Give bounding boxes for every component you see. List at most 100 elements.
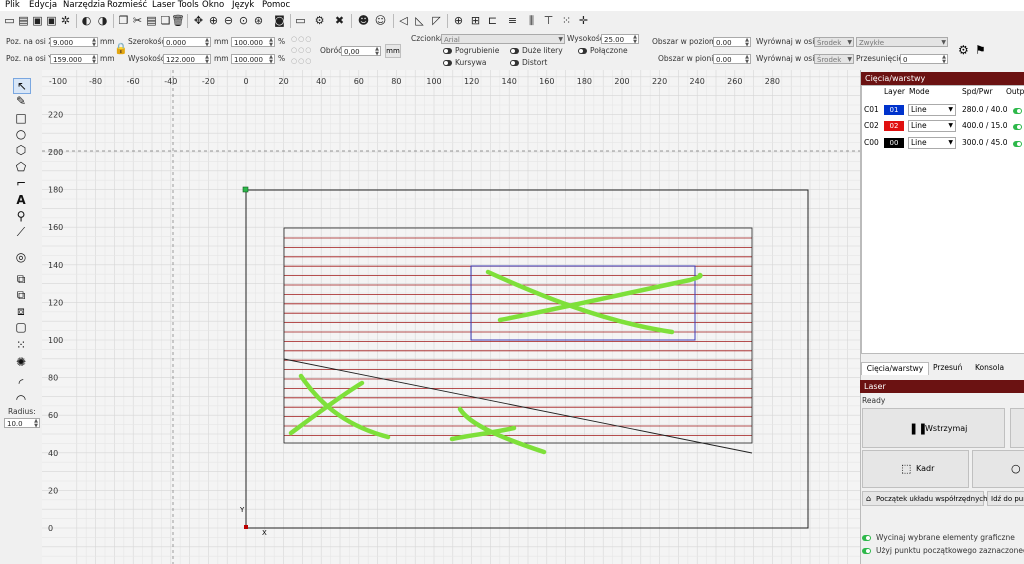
tab-move[interactable]: Przesuń [933,362,962,374]
layer-mode-c02[interactable]: Line ▼ [908,120,956,132]
use-origin-toggle[interactable] [862,548,871,554]
font-select[interactable]: Arial ▼ [441,34,565,44]
delete-trash-icon[interactable]: 🗑 [171,13,185,28]
align-center-icon[interactable]: ⊞ [469,13,482,28]
align-x-select[interactable]: Środek ▼ [814,37,854,47]
distribute-v-icon[interactable]: ⫼ [525,13,538,28]
bold-toggle[interactable] [443,48,452,54]
open-folder-icon[interactable]: ▤ [17,13,30,28]
select-arrow-icon[interactable]: ↖ [13,78,31,94]
pen-draw-icon[interactable]: ✎ [13,94,29,108]
paste-icon[interactable]: ▤ [145,13,158,28]
layer-mode-c01[interactable]: Line ▼ [908,104,956,116]
redo-icon[interactable]: ◑ [96,13,109,28]
laser-machine-icon[interactable]: ⚑ [975,43,986,57]
align-top-icon[interactable]: ⊤ [542,13,555,28]
copy-icon[interactable]: ❐ [117,13,130,28]
array-grid-icon[interactable]: ⁙ [13,338,29,352]
offset-shape-icon[interactable]: ◎ [13,250,29,264]
polygon-rounded-icon[interactable]: ⬠ [13,160,29,174]
ellipse-icon[interactable]: ○ [13,127,29,141]
circle-frame-button[interactable]: ○ [972,450,1024,488]
group-users-icon[interactable]: ☻ [357,13,370,28]
pos-y-input[interactable]: 159.000 ▲ ▼ [50,54,98,65]
align-left-icon[interactable]: ⊏ [486,13,499,28]
offset-input[interactable]: 0 ▲ ▼ [900,54,948,65]
layer-output-toggle-c00[interactable] [1013,141,1022,147]
new-file-icon[interactable]: ▭ [3,13,16,28]
menu-tools[interactable]: Narzędzia [63,0,105,11]
apply-settings-icon[interactable]: ⚙ [958,43,969,57]
height-input[interactable]: 122.000 ▲ ▼ [163,54,211,65]
save-as-icon[interactable]: ▣ [45,13,58,28]
cut-selected-toggle[interactable] [862,535,871,541]
tools-wrench-icon[interactable]: ✖ [333,13,346,28]
monitor-icon[interactable]: ▭ [294,13,307,28]
menu-file[interactable]: Plik [5,0,20,11]
zoom-out-icon[interactable]: ⊖ [222,13,235,28]
crop-frame-icon[interactable]: ⌐ [13,176,29,190]
corner-round-icon[interactable]: ◜ [13,376,29,390]
origin-button[interactable]: ⌂ Początek układu współrzędnych [862,491,988,506]
layer-row-c02-id[interactable]: C02 [864,120,879,132]
layer-color-c00[interactable]: 00 [884,138,904,148]
menu-arrange[interactable]: Rozmieść [107,0,147,11]
layer-mode-c00[interactable]: Line ▼ [908,137,956,149]
settings-gear-icon[interactable]: ✲ [59,13,72,28]
undo-icon[interactable]: ◐ [80,13,93,28]
lock-ratio-icon[interactable]: 🔒 [114,42,128,55]
ungroup-icon[interactable]: ☺ [374,13,387,28]
corner-chamfer-icon[interactable]: ◠ [13,392,29,406]
center-cross-icon[interactable]: ✛ [577,13,590,28]
layer-output-toggle-c01[interactable] [1013,108,1022,114]
radius-input[interactable]: 10.0 ▲ ▼ [4,418,40,429]
pan-move-icon[interactable]: ✥ [192,13,205,28]
menu-window[interactable]: Okno [202,0,224,11]
zoom-in-icon[interactable]: ⊕ [207,13,220,28]
circular-array-icon[interactable]: ✺ [13,355,29,369]
boolean-union-icon[interactable]: ⧉ [13,272,29,286]
origin-handle-top-left[interactable] [242,186,249,193]
position-pin-icon[interactable]: ⚲ [13,209,29,223]
rotate-input[interactable]: 0,00 ▲ ▼ [341,46,381,57]
pause-button[interactable]: ❚❚ Wstrzymaj [862,408,1005,448]
layer-output-toggle-c02[interactable] [1013,124,1022,130]
goto-point-button[interactable]: Idź do pun [987,491,1024,506]
zoom-fit-icon[interactable]: ⊙ [237,13,250,28]
distribute-h-icon[interactable]: ≡ [506,13,519,28]
mirror-vertical-icon[interactable]: ◺ [413,13,426,28]
weld-icon[interactable]: ▢ [13,320,29,334]
tab-console[interactable]: Konsola [975,362,1004,374]
tab-cuts-layers[interactable]: Cięcia/warstwy [861,362,929,375]
engrave-region-frame[interactable] [283,227,753,444]
mirror-horizontal-icon[interactable]: ◁ [397,13,410,28]
layer-color-c02[interactable]: 02 [884,121,904,131]
layer-color-c01[interactable]: 01 [884,105,904,115]
distort-toggle[interactable] [510,60,519,66]
menu-edit[interactable]: Edycja [29,0,57,11]
vspace-input[interactable]: 0.00 ▲ ▼ [713,54,751,65]
hspace-input[interactable]: 0.00 ▲ ▼ [713,37,751,48]
save-icon[interactable]: ▣ [31,13,44,28]
joined-toggle[interactable] [578,48,587,54]
crosshair-target-icon[interactable]: ⊕ [452,13,465,28]
scale-w-input[interactable]: 100.000 ▲ ▼ [231,37,275,48]
settings-cog-icon[interactable]: ⚙ [313,13,326,28]
measure-ruler-icon[interactable]: ⟋ [13,225,29,239]
workspace-svg[interactable]: -100 -80 -60 -40 -20 0 20 40 60 80 100 120 140 160 180… [42,70,860,564]
rectangle-icon[interactable]: □ [13,111,29,125]
uppercase-toggle[interactable] [510,48,519,54]
rotate-icon[interactable]: ◸ [430,13,443,28]
grid-dots-icon[interactable]: ⁙ [560,13,573,28]
width-input[interactable]: 0.000 ▲ ▼ [163,37,211,48]
menu-help[interactable]: Pomoc [262,0,290,11]
pos-x-input[interactable]: 9.000 ▲ ▼ [50,37,98,48]
mm-units-button[interactable]: mm [385,44,401,58]
menu-laser-tools[interactable]: Laser Tools [152,0,199,11]
boolean-subtract-icon[interactable]: ⧉ [13,288,29,302]
frame-button[interactable]: ⬚ Kadr [862,450,969,488]
layer-row-c01-id[interactable]: C01 [864,104,879,116]
align-y-select[interactable]: Środek ▼ [814,54,854,64]
polygon-icon[interactable]: ⬡ [13,143,29,157]
anchor-point-grid[interactable]: ○○○ ○○○ ○○○ [291,34,321,68]
